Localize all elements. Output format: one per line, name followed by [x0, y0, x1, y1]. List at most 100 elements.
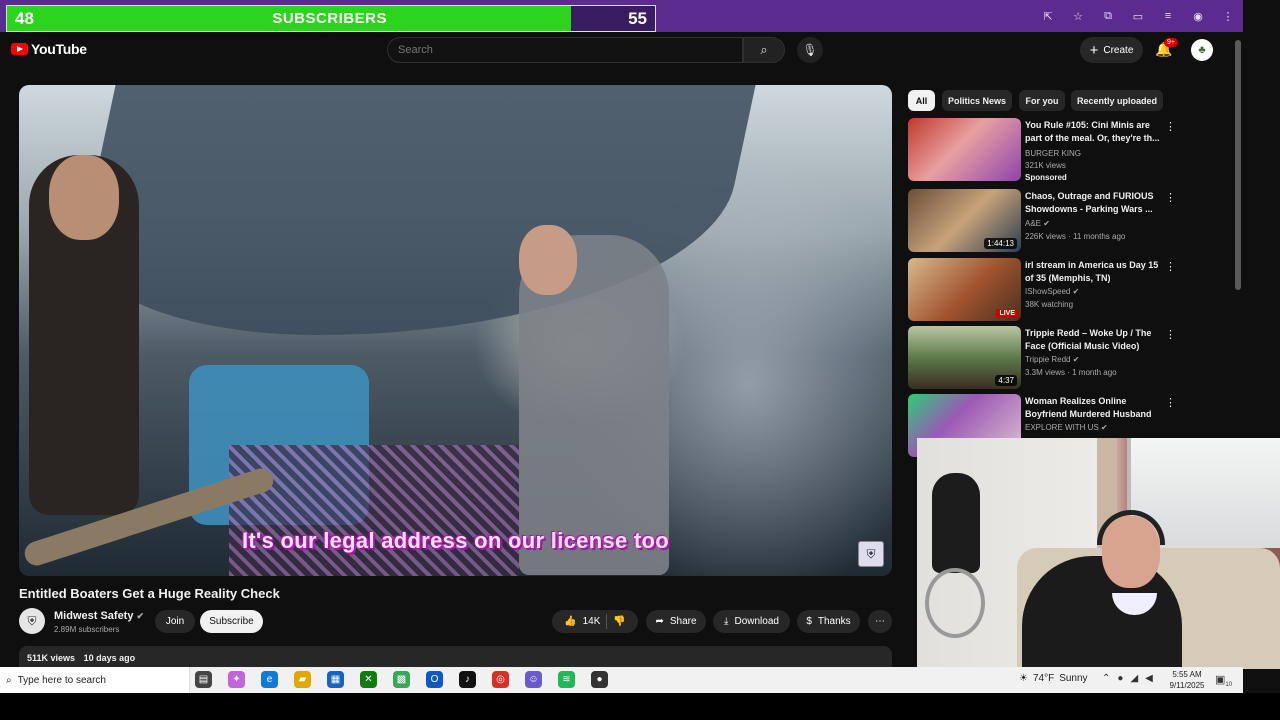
clock-date: 9/11/2025 — [1169, 681, 1205, 690]
kebab-icon[interactable]: ⋮ — [1165, 120, 1176, 133]
rec-title[interactable]: You Rule #105: Cini Minis are part of th… — [1025, 119, 1165, 145]
network-icon[interactable]: ◢ — [1130, 673, 1138, 684]
chip-politics-news[interactable]: Politics News — [942, 90, 1012, 111]
recommendation-item[interactable]: 1:44:13 Chaos, Outrage and FURIOUS Showd… — [908, 189, 1188, 253]
taskbar-search[interactable]: ⌕ Type here to search — [0, 667, 190, 693]
rec-channel[interactable]: A&E ✔ — [1025, 219, 1050, 228]
chrome-icon[interactable]: ◎ — [492, 671, 509, 688]
profile-icon[interactable]: ◉ — [1191, 10, 1205, 23]
duration-badge: 1:44:13 — [984, 238, 1017, 249]
more-icon: ⋯ — [875, 616, 885, 627]
rec-channel[interactable]: IShowSpeed ✔ — [1025, 287, 1079, 296]
download-button[interactable]: ⤓ Download — [713, 610, 790, 633]
screen: ⇱ ☆ ⧉ ▭ ≡ ◉ ⋮ 48 SUBSCRIBERS 55 YouTube … — [0, 0, 1280, 720]
edge-icon[interactable]: e — [261, 671, 278, 688]
more-actions-button[interactable]: ⋯ — [868, 610, 892, 633]
cast-icon[interactable]: ⇱ — [1041, 10, 1055, 23]
thanks-button[interactable]: $ Thanks — [797, 610, 860, 633]
rec-channel-name[interactable]: Trippie Redd — [1025, 355, 1071, 364]
star-icon[interactable]: ☆ — [1071, 10, 1085, 23]
obs-icon[interactable]: ● — [591, 671, 608, 688]
search-button[interactable]: ⌕ — [743, 37, 785, 63]
browser-actions: ⇱ ☆ ⧉ ▭ ≡ ◉ ⋮ — [1041, 0, 1243, 32]
chip-recently-uploaded[interactable]: Recently uploaded — [1071, 90, 1163, 111]
extensions-icon[interactable]: ⧉ — [1101, 10, 1115, 23]
dislike-icon[interactable]: 👎 — [613, 616, 625, 627]
app-icon[interactable]: ▩ — [393, 671, 410, 688]
copilot-icon[interactable]: ✦ — [228, 671, 245, 688]
notification-center-icon[interactable]: ▣10 — [1215, 673, 1232, 688]
file-explorer-icon[interactable]: ▰ — [294, 671, 311, 688]
search-input[interactable] — [387, 37, 743, 63]
store-icon[interactable]: ▦ — [327, 671, 344, 688]
recommendation-item[interactable]: LIVE irl stream in America us Day 15 of … — [908, 258, 1188, 322]
create-button[interactable]: + Create — [1080, 37, 1143, 63]
windows-taskbar: ⌕ Type here to search ▤ ✦ e ▰ ▦ ✕ ▩ O ♪ … — [0, 667, 1243, 693]
thumbnail[interactable]: 1:44:13 — [908, 189, 1021, 252]
recommendation-item[interactable]: You Rule #105: Cini Minis are part of th… — [908, 118, 1188, 182]
rec-channel[interactable]: BURGER KING — [1025, 149, 1081, 158]
like-count[interactable]: 14K — [583, 616, 601, 627]
kebab-icon[interactable]: ⋮ — [1165, 396, 1176, 409]
kebab-icon[interactable]: ⋮ — [1165, 328, 1176, 341]
rec-channel-name[interactable]: IShowSpeed — [1025, 287, 1070, 296]
sidebar-icon[interactable]: ▭ — [1131, 10, 1145, 23]
outlook-icon[interactable]: O — [426, 671, 443, 688]
verified-icon: ✔ — [1043, 219, 1050, 228]
rec-title[interactable]: Woman Realizes Online Boyfriend Murdered… — [1025, 395, 1165, 421]
volume-icon[interactable]: ◀ — [1145, 673, 1153, 684]
rec-title[interactable]: Trippie Redd – Woke Up / The Face (Offic… — [1025, 327, 1165, 353]
channel-watermark-icon[interactable]: ⛨ — [858, 541, 884, 567]
like-dislike-group: 👍 14K 👎 — [552, 610, 638, 633]
thumbnail[interactable]: 4:37 — [908, 326, 1021, 389]
rec-channel[interactable]: EXPLORE WITH US ✔ — [1025, 423, 1108, 432]
menu-list-icon[interactable]: ≡ — [1161, 10, 1175, 22]
subscriber-goal-overlay: 48 SUBSCRIBERS 55 — [6, 5, 656, 32]
kebab-icon[interactable]: ⋮ — [1165, 260, 1176, 273]
rec-meta: 226K views · 11 months ago — [1025, 232, 1126, 241]
subscribe-button[interactable]: Subscribe — [200, 610, 263, 633]
thanks-icon: $ — [806, 616, 812, 627]
thumbnail[interactable] — [908, 118, 1021, 181]
rec-channel-name[interactable]: EXPLORE WITH US — [1025, 423, 1099, 432]
channel-name-row[interactable]: Midwest Safety ✔ — [54, 610, 144, 622]
chip-for-you[interactable]: For you — [1019, 90, 1065, 111]
channel-avatar[interactable]: ⛨ — [19, 608, 45, 634]
join-button[interactable]: Join — [155, 610, 195, 633]
youtube-header: YouTube ⌕ 🎙 + Create 🔔 9+ ♣ — [0, 32, 1243, 68]
description-box[interactable]: 511K views 10 days ago — [19, 646, 892, 668]
rec-channel-name[interactable]: A&E — [1025, 219, 1041, 228]
xbox-icon[interactable]: ✕ — [360, 671, 377, 688]
kebab-icon[interactable]: ⋮ — [1165, 191, 1176, 204]
youtube-logo[interactable]: YouTube — [11, 41, 87, 57]
rec-title[interactable]: Chaos, Outrage and FURIOUS Showdowns - P… — [1025, 190, 1165, 216]
spotify-icon[interactable]: ≋ — [558, 671, 575, 688]
chip-all[interactable]: All — [908, 90, 935, 111]
taskbar-weather[interactable]: ☀ 74°F Sunny — [1019, 673, 1088, 684]
like-icon[interactable]: 👍 — [564, 616, 576, 627]
chevron-up-icon[interactable]: ⌃ — [1102, 673, 1110, 684]
sun-icon: ☀ — [1019, 673, 1028, 684]
kebab-icon[interactable]: ⋮ — [1221, 10, 1235, 23]
account-avatar[interactable]: ♣ — [1191, 39, 1213, 61]
like-divider — [606, 614, 608, 629]
thumbnail[interactable]: LIVE — [908, 258, 1021, 321]
recommendation-item[interactable]: 4:37 Trippie Redd – Woke Up / The Face (… — [908, 326, 1188, 390]
taskbar-clock[interactable]: 5:55 AM 9/11/2025 — [1167, 669, 1207, 691]
rec-meta: 3.3M views · 1 month ago — [1025, 368, 1117, 377]
rec-channel[interactable]: Trippie Redd ✔ — [1025, 355, 1079, 364]
discord-icon[interactable]: ☺ — [525, 671, 542, 688]
voice-search-button[interactable]: 🎙 — [797, 37, 823, 63]
scene-net — [229, 445, 519, 576]
microphone-icon[interactable]: ● — [1117, 673, 1123, 684]
rec-title[interactable]: irl stream in America us Day 15 of 35 (M… — [1025, 259, 1165, 285]
view-count: 511K views — [27, 653, 76, 663]
video-player[interactable]: It's our legal address on our license to… — [19, 85, 892, 576]
tiktok-icon[interactable]: ♪ — [459, 671, 476, 688]
task-view-icon[interactable]: ▤ — [195, 671, 212, 688]
share-button[interactable]: ➦ Share — [646, 610, 706, 633]
video-title: Entitled Boaters Get a Huge Reality Chec… — [19, 586, 280, 601]
channel-name[interactable]: Midwest Safety — [54, 610, 133, 622]
channel-subscribers: 2.89M subscribers — [54, 625, 120, 634]
scrollbar-thumb[interactable] — [1235, 40, 1241, 290]
